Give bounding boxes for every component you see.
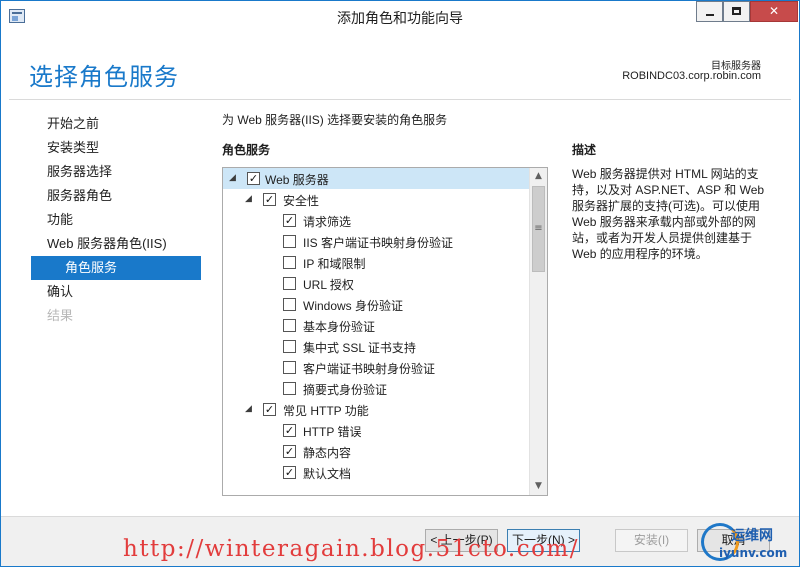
nav-item-web-server-role[interactable]: Web 服务器角色(IIS) — [31, 232, 201, 256]
logo-domain: iyunv.com — [719, 546, 788, 560]
tree-rows: ◢ ✓ Web 服务器 ◢ ✓ 安全性 ✓ 请求筛选 IIS 客户端证书映射身份… — [223, 168, 529, 483]
maximize-icon — [732, 7, 741, 15]
tree-row-central-ssl[interactable]: 集中式 SSL 证书支持 — [223, 336, 529, 357]
checkbox[interactable] — [283, 382, 296, 395]
checkbox[interactable]: ✓ — [283, 214, 296, 227]
window-title: 添加角色和功能向导 — [337, 10, 463, 26]
tree-row-digest-auth[interactable]: 摘要式身份验证 — [223, 378, 529, 399]
tree-item-label: Web 服务器 — [265, 173, 329, 187]
page-title: 选择角色服务 — [29, 63, 179, 91]
tree-item-label: 集中式 SSL 证书支持 — [303, 341, 416, 355]
tree-item-label: 基本身份验证 — [303, 320, 376, 334]
tree-item-label: 请求筛选 — [303, 215, 352, 229]
tree-item-label: IP 和域限制 — [303, 257, 366, 271]
checkbox[interactable]: ✓ — [283, 466, 296, 479]
target-server-name: ROBINDC03.corp.robin.com — [622, 70, 761, 82]
tree-scrollbar[interactable]: ▲ ≡ ▼ — [529, 168, 547, 495]
maximize-button[interactable] — [723, 1, 750, 22]
install-button: 安装(I) — [615, 529, 688, 552]
checkbox[interactable]: ✓ — [263, 403, 276, 416]
checkbox[interactable]: ✓ — [283, 445, 296, 458]
minimize-icon — [705, 14, 714, 16]
tree-row-request-filtering[interactable]: ✓ 请求筛选 — [223, 210, 529, 231]
checkbox[interactable] — [283, 319, 296, 332]
tree-row-security[interactable]: ◢ ✓ 安全性 — [223, 189, 529, 210]
nav-item-server-roles[interactable]: 服务器角色 — [31, 184, 201, 208]
tree-item-label: URL 授权 — [303, 278, 354, 292]
tree-item-label: 安全性 — [283, 194, 320, 208]
nav-item-before-you-begin[interactable]: 开始之前 — [31, 112, 201, 136]
checkbox[interactable]: ✓ — [247, 172, 260, 185]
role-services-tree[interactable]: ◢ ✓ Web 服务器 ◢ ✓ 安全性 ✓ 请求筛选 IIS 客户端证书映射身份… — [222, 167, 548, 496]
checkbox[interactable] — [283, 361, 296, 374]
wizard-window: 添加角色和功能向导 ✕ 选择角色服务 目标服务器 ROBINDC03.corp.… — [0, 0, 800, 567]
tree-row-default-document[interactable]: ✓ 默认文档 — [223, 462, 529, 483]
watermark-url: http://winteragain.blog.51cto.com/ — [123, 536, 579, 562]
checkbox[interactable] — [283, 256, 296, 269]
checkbox[interactable] — [283, 298, 296, 311]
tree-row-common-http[interactable]: ◢ ✓ 常见 HTTP 功能 — [223, 399, 529, 420]
description-text: Web 服务器提供对 HTML 网站的支持，以及对 ASP.NET、ASP 和 … — [572, 167, 765, 261]
header-divider — [9, 99, 791, 100]
minimize-button[interactable] — [696, 1, 723, 22]
scroll-up-icon[interactable]: ▲ — [530, 168, 547, 185]
collapse-arrow-icon[interactable]: ◢ — [245, 194, 255, 204]
nav-item-role-services[interactable]: 角色服务 — [31, 256, 201, 280]
watermark-logo: 运维网 iyunv.com — [701, 521, 797, 565]
title-bar: 添加角色和功能向导 ✕ — [1, 1, 799, 32]
tree-item-label: 默认文档 — [303, 467, 352, 481]
checkbox[interactable] — [283, 340, 296, 353]
checkbox[interactable] — [283, 235, 296, 248]
role-services-header: 角色服务 — [222, 143, 271, 157]
tree-row-http-errors[interactable]: ✓ HTTP 错误 — [223, 420, 529, 441]
collapse-arrow-icon[interactable]: ◢ — [229, 173, 239, 183]
nav-item-results: 结果 — [47, 308, 74, 323]
tree-item-label: 常见 HTTP 功能 — [283, 404, 369, 418]
instruction-text: 为 Web 服务器(IIS) 选择要安装的角色服务 — [222, 113, 448, 127]
tree-item-label: IIS 客户端证书映射身份验证 — [303, 236, 454, 250]
tree-row-iis-client-cert[interactable]: IIS 客户端证书映射身份验证 — [223, 231, 529, 252]
tree-row-url-auth[interactable]: URL 授权 — [223, 273, 529, 294]
nav-item-server-selection[interactable]: 服务器选择 — [31, 160, 201, 184]
tree-row-basic-auth[interactable]: 基本身份验证 — [223, 315, 529, 336]
tree-item-label: 客户端证书映射身份验证 — [303, 362, 436, 376]
close-icon: ✕ — [768, 4, 780, 18]
logo-text: 运维网 — [731, 528, 773, 544]
checkbox[interactable]: ✓ — [263, 193, 276, 206]
nav-item-installation-type[interactable]: 安装类型 — [31, 136, 201, 160]
tree-item-label: 摘要式身份验证 — [303, 383, 388, 397]
tree-item-label: HTTP 错误 — [303, 425, 362, 439]
tree-row-static-content[interactable]: ✓ 静态内容 — [223, 441, 529, 462]
tree-row-windows-auth[interactable]: Windows 身份验证 — [223, 294, 529, 315]
description-header: 描述 — [572, 143, 597, 157]
checkbox[interactable] — [283, 277, 296, 290]
tree-item-label: 静态内容 — [303, 446, 352, 460]
wizard-nav: 开始之前 安装类型 服务器选择 服务器角色 功能 Web 服务器角色(IIS) … — [31, 112, 201, 328]
nav-item-confirmation[interactable]: 确认 — [31, 280, 201, 304]
scroll-thumb[interactable]: ≡ — [532, 186, 545, 272]
close-button[interactable]: ✕ — [750, 1, 798, 22]
nav-item-features[interactable]: 功能 — [31, 208, 201, 232]
tree-row-ip-domain[interactable]: IP 和域限制 — [223, 252, 529, 273]
collapse-arrow-icon[interactable]: ◢ — [245, 404, 255, 414]
tree-item-label: Windows 身份验证 — [303, 299, 404, 313]
scroll-down-icon[interactable]: ▼ — [530, 478, 547, 495]
checkbox[interactable]: ✓ — [283, 424, 296, 437]
tree-row-client-cert[interactable]: 客户端证书映射身份验证 — [223, 357, 529, 378]
tree-row-web-server[interactable]: ◢ ✓ Web 服务器 — [223, 168, 529, 189]
